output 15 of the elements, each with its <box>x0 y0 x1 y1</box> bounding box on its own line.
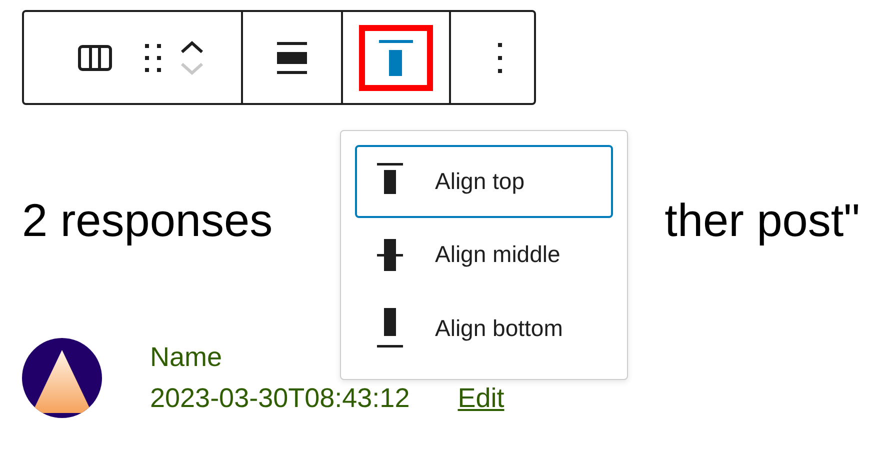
comment-author: Name <box>150 342 224 373</box>
edit-link[interactable]: Edit <box>458 382 504 414</box>
menu-item[interactable]: Align top <box>355 145 613 218</box>
more-options-icon <box>498 42 502 72</box>
columns-icon <box>78 44 112 70</box>
comment-date: 2023-03-30T08:43:12 <box>150 382 410 414</box>
drag-handle-icon <box>144 44 162 72</box>
align-bottom-icon <box>377 308 403 348</box>
heading-text: ther post" <box>664 195 860 246</box>
chevron-down-icon <box>180 62 204 76</box>
heading-text: 2 responses <box>22 195 273 246</box>
move-up-button[interactable] <box>180 40 204 54</box>
justify-icon <box>277 42 307 74</box>
vertical-align-button[interactable] <box>359 24 433 90</box>
chevron-up-icon <box>180 40 204 54</box>
